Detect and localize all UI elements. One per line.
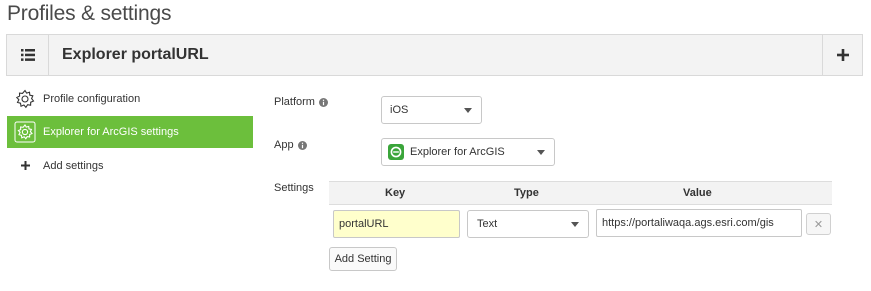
column-header-value: Value xyxy=(683,187,712,199)
sidebar-item-label: Profile configuration xyxy=(43,92,141,105)
chevron-down-icon xyxy=(464,108,472,113)
settings-sidebar: Profile configuration Explorer for ArcGI… xyxy=(7,84,253,183)
settings-gear-icon xyxy=(10,121,40,143)
sidebar-item-profile-configuration[interactable]: Profile configuration xyxy=(7,84,253,113)
app-select[interactable]: Explorer for ArcGIS xyxy=(381,138,555,166)
page-title: Profiles & settings xyxy=(7,2,172,25)
platform-select[interactable]: iOS xyxy=(381,96,482,124)
gear-outline-icon xyxy=(10,89,40,109)
column-header-key: Key xyxy=(385,187,406,199)
platform-label-group: Platform xyxy=(274,96,328,108)
app-label-group: App xyxy=(274,139,307,151)
column-header-type: Type xyxy=(514,187,539,199)
explorer-app-icon xyxy=(388,144,404,160)
platform-select-value: iOS xyxy=(390,104,409,116)
plus-icon xyxy=(836,49,849,61)
remove-setting-button[interactable]: ✕ xyxy=(806,213,831,235)
list-icon xyxy=(20,49,35,61)
plus-icon xyxy=(10,161,40,170)
profile-name-title: Explorer portalURL xyxy=(62,46,209,63)
setting-value-input[interactable]: https://portaliwaqa.ags.esri.com/gis xyxy=(596,209,802,237)
sidebar-item-label: Add settings xyxy=(43,159,104,172)
profile-header-bar: Explorer portalURL xyxy=(6,34,863,76)
chevron-down-icon xyxy=(537,150,545,155)
app-label: App xyxy=(274,139,294,151)
sidebar-item-explorer-settings[interactable]: Explorer for ArcGIS settings xyxy=(7,116,253,148)
app-select-value: Explorer for ArcGIS xyxy=(410,146,505,158)
add-button[interactable] xyxy=(822,35,862,75)
platform-label: Platform xyxy=(274,96,315,108)
add-setting-button[interactable]: Add Setting xyxy=(329,247,397,271)
settings-table-header: Key Type Value xyxy=(329,181,832,205)
chevron-down-icon xyxy=(571,222,579,227)
info-icon[interactable] xyxy=(297,140,307,150)
list-menu-button[interactable] xyxy=(7,35,49,75)
settings-label: Settings xyxy=(274,182,314,194)
info-icon[interactable] xyxy=(318,97,328,107)
setting-type-value: Text xyxy=(477,218,498,230)
setting-key-input[interactable]: portalURL xyxy=(333,210,460,238)
sidebar-item-label: Explorer for ArcGIS settings xyxy=(43,126,179,138)
sidebar-item-add-settings[interactable]: Add settings xyxy=(7,151,253,180)
close-icon: ✕ xyxy=(813,218,824,231)
setting-type-select[interactable]: Text xyxy=(467,210,589,238)
